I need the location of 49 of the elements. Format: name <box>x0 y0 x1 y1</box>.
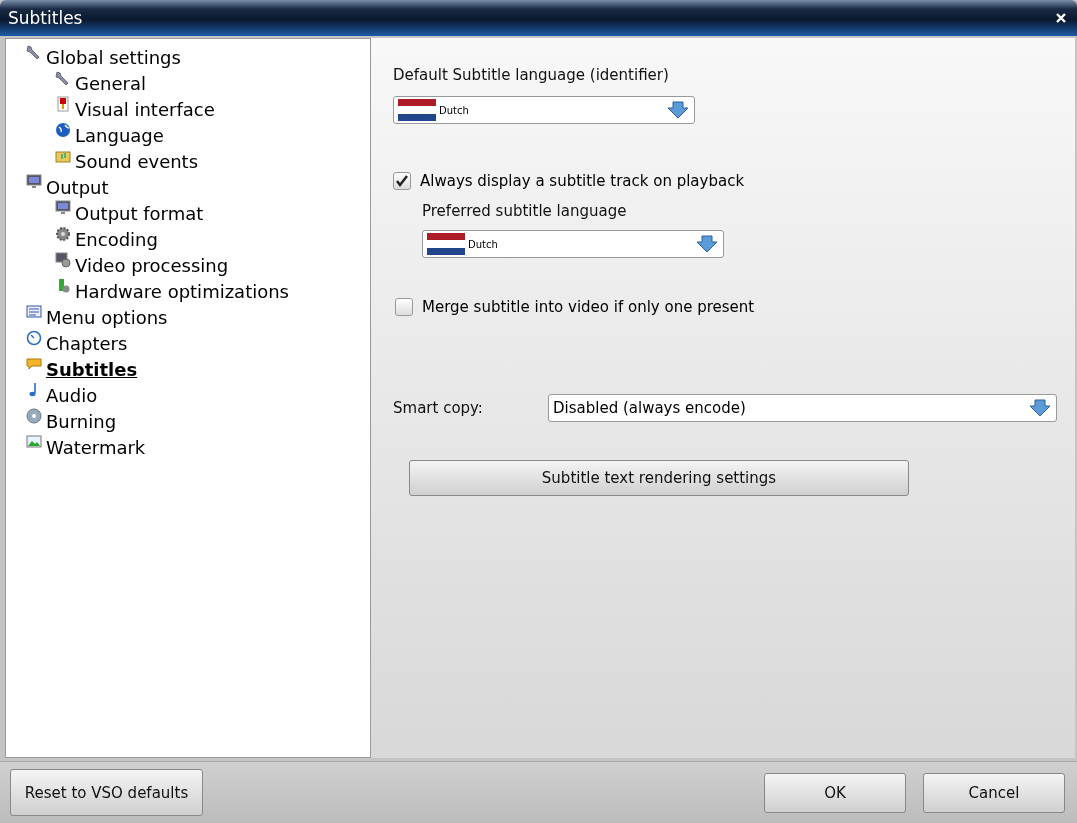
globe-icon <box>55 122 71 138</box>
flag-icon <box>398 99 436 121</box>
field-label: Smart copy: <box>393 399 484 417</box>
field-label: Preferred subtitle language <box>422 202 627 220</box>
checkbox-label: Merge subtitle into video if only one present <box>422 298 755 316</box>
clock-icon <box>26 330 42 346</box>
checkbox[interactable] <box>395 298 413 316</box>
ok-button[interactable]: OK <box>764 772 906 813</box>
tree-item[interactable]: Burning <box>46 410 117 434</box>
tree-item[interactable]: Encoding <box>75 228 158 252</box>
settings-button[interactable]: Subtitle text rendering settings <box>409 460 909 496</box>
tree-item[interactable]: Video processing <box>75 254 229 278</box>
dropdown[interactable]: Dutch <box>422 230 724 258</box>
checkbox[interactable] <box>393 172 411 190</box>
picture-icon <box>26 434 42 450</box>
gear-icon <box>55 226 71 242</box>
speech-bubble-icon <box>26 356 42 372</box>
dropdown[interactable]: Dutch <box>393 96 695 124</box>
flag-icon <box>427 233 465 255</box>
list-icon <box>26 304 42 320</box>
disc-icon <box>26 408 42 424</box>
cancel-button[interactable]: Cancel <box>923 772 1065 813</box>
tree-item[interactable]: Menu options <box>46 306 168 330</box>
tree-item[interactable]: Subtitles <box>46 358 138 382</box>
wrench-icon <box>55 70 71 86</box>
tree-item[interactable]: Language <box>75 124 164 148</box>
dropdown-arrow-icon <box>1028 399 1052 417</box>
tree-item[interactable]: Watermark <box>46 436 146 460</box>
monitor-icon <box>26 174 42 190</box>
tree-item[interactable]: Visual interface <box>75 98 215 122</box>
tree-item[interactable]: Output format <box>75 202 204 226</box>
dropdown-arrow-icon <box>666 101 690 119</box>
close-icon <box>1055 12 1067 24</box>
wrench-icon <box>26 44 42 60</box>
tree-item[interactable]: General <box>75 72 146 96</box>
reset-button[interactable]: Reset to VSO defaults <box>10 769 203 816</box>
paint-brush-icon <box>55 96 71 112</box>
checkbox-label: Always display a subtitle track on playback <box>420 172 745 190</box>
window-title: Subtitles <box>8 8 84 28</box>
tree-item[interactable]: Hardware optimizations <box>75 280 289 304</box>
dropdown[interactable]: Disabled (always encode) <box>548 394 1057 422</box>
tree-item[interactable]: Chapters <box>46 332 128 356</box>
tree-item[interactable]: Audio <box>46 384 98 408</box>
dropdown-arrow-icon <box>695 235 719 253</box>
tree-item[interactable]: Global settings <box>46 46 181 70</box>
field-label: Default Subtitle language (identifier) <box>393 66 669 84</box>
monitor-icon <box>55 200 71 216</box>
tree-item[interactable]: Output <box>46 176 109 200</box>
tree-item[interactable]: Sound events <box>75 150 199 174</box>
